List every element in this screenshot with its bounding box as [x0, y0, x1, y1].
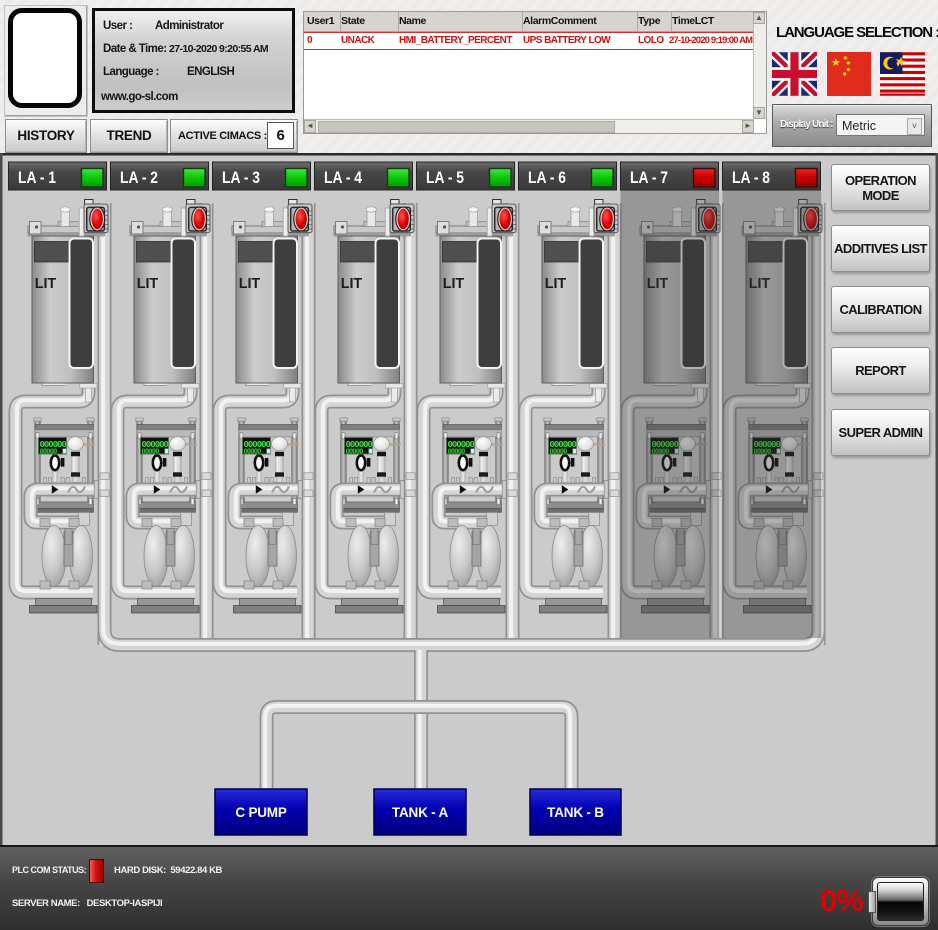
svg-text:TANK - A: TANK - A	[392, 805, 449, 820]
svg-text:LA - 4: LA - 4	[324, 169, 363, 187]
svg-text:TANK - B: TANK - B	[547, 805, 604, 820]
svg-text:LA - 3: LA - 3	[222, 169, 260, 187]
svg-text:LA - 1: LA - 1	[18, 169, 56, 187]
svg-text:LA - 6: LA - 6	[528, 169, 566, 187]
svg-text:LA - 2: LA - 2	[120, 169, 158, 187]
svg-text:LA - 7: LA - 7	[630, 169, 668, 187]
svg-text:C PUMP: C PUMP	[235, 805, 286, 820]
svg-text:LA - 5: LA - 5	[426, 169, 464, 187]
svg-text:LA - 8: LA - 8	[732, 169, 770, 187]
